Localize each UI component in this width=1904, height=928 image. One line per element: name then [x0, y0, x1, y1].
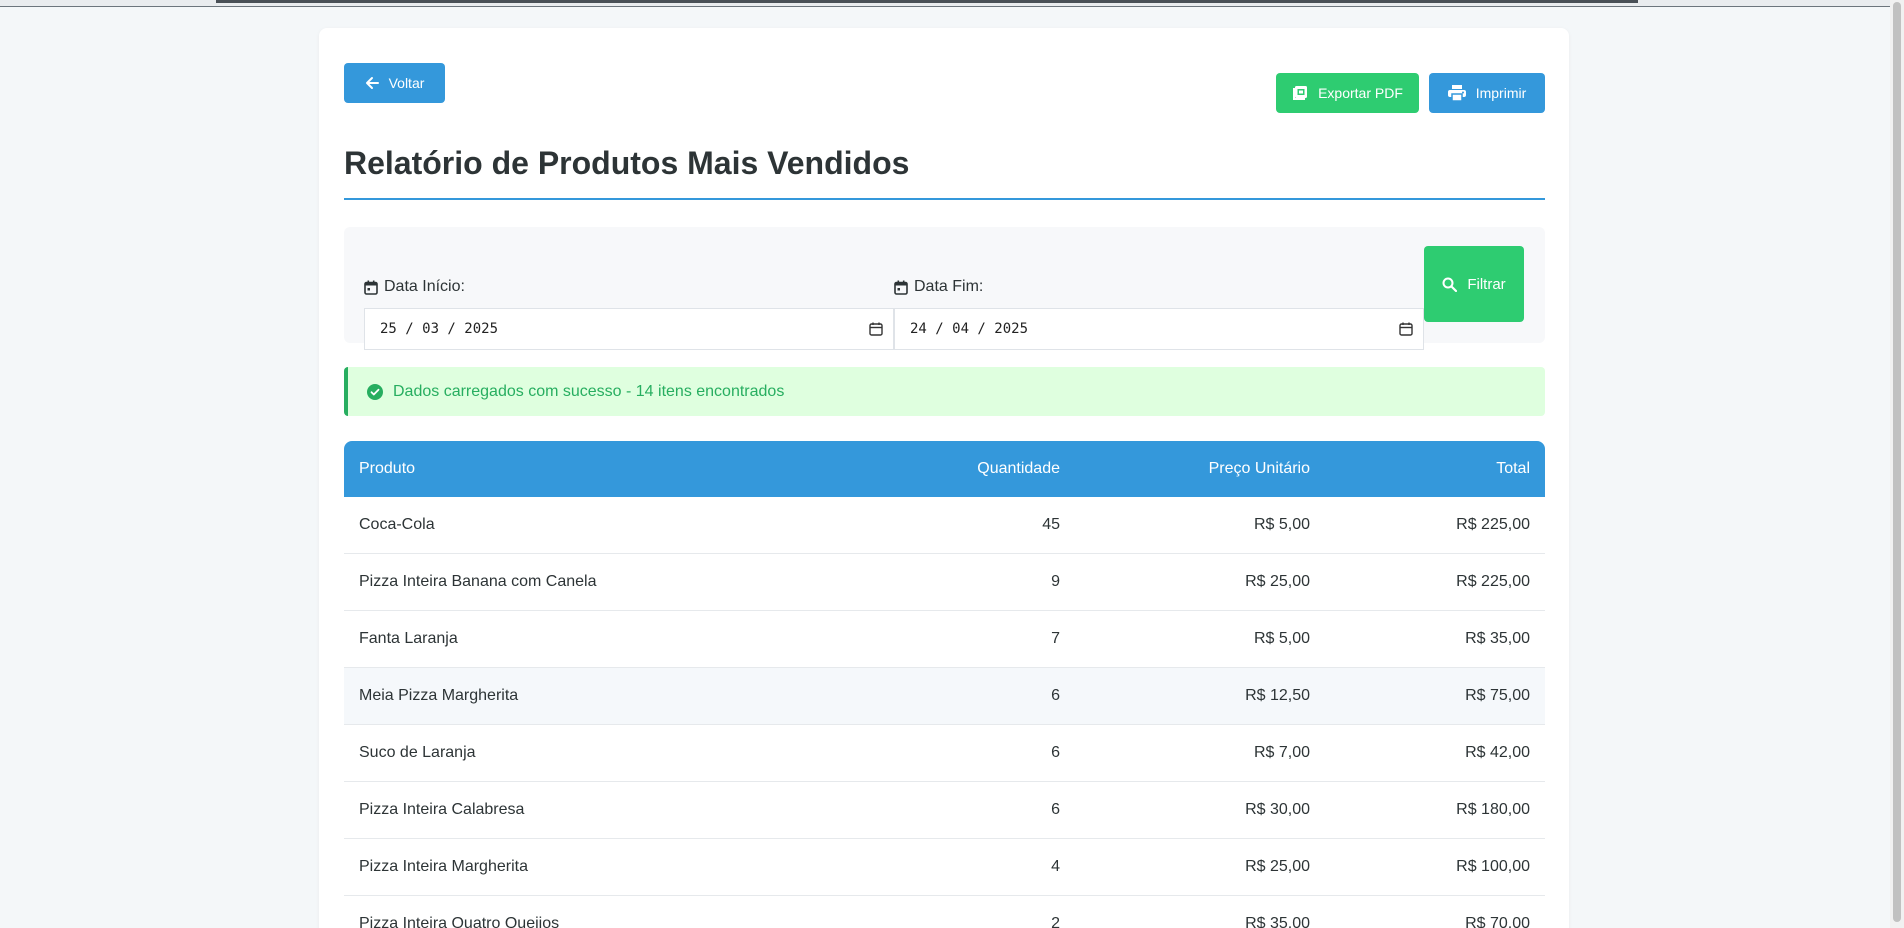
calendar-icon: [364, 280, 378, 295]
browser-top-bar: [0, 0, 1904, 7]
start-date-input[interactable]: 25 / 03 / 2025: [364, 308, 894, 350]
export-pdf-button[interactable]: Exportar PDF: [1276, 73, 1419, 113]
cell-produto: Pizza Inteira Quatro Queijos: [359, 915, 560, 928]
end-date-label-text: Data Fim:: [914, 278, 984, 295]
cell-quantidade: 9: [1051, 573, 1060, 590]
cell-produto: Pizza Inteira Margherita: [359, 858, 528, 875]
table-row: Pizza Inteira Banana com Canela 9 R$ 25,…: [344, 554, 1545, 611]
cell-preco-unitario: R$ 35,00: [1245, 915, 1310, 928]
cell-total: R$ 180,00: [1456, 801, 1530, 818]
end-date-label: Data Fim:: [894, 278, 983, 296]
printer-icon: [1447, 85, 1466, 101]
cell-preco-unitario: R$ 30,00: [1245, 801, 1310, 818]
column-header-quantidade[interactable]: Quantidade: [844, 460, 1060, 478]
cell-quantidade: 2: [1051, 915, 1060, 928]
cell-preco-unitario: R$ 25,00: [1245, 858, 1310, 875]
table-row: Pizza Inteira Calabresa 6 R$ 30,00 R$ 18…: [344, 782, 1545, 839]
cell-quantidade: 6: [1051, 687, 1060, 704]
calendar-picker-icon[interactable]: [869, 322, 883, 336]
search-icon: [1442, 277, 1458, 292]
products-table: Produto Quantidade Preço Unitário Total …: [344, 441, 1545, 928]
report-card: Voltar Exportar PDF Imprimir Relatório d…: [319, 28, 1569, 928]
table-row: Pizza Inteira Quatro Queijos 2 R$ 35,00 …: [344, 896, 1545, 928]
end-date-value: 24 / 04 / 2025: [910, 321, 1029, 337]
cell-total: R$ 225,00: [1456, 516, 1530, 533]
table-row: Suco de Laranja 6 R$ 7,00 R$ 42,00: [344, 725, 1545, 782]
cell-total: R$ 42,00: [1465, 744, 1530, 761]
column-header-produto[interactable]: Produto: [344, 460, 844, 478]
table-row: Coca-Cola 45 R$ 5,00 R$ 225,00: [344, 497, 1545, 554]
calendar-icon: [894, 280, 908, 295]
back-button-label: Voltar: [388, 75, 425, 91]
success-alert: Dados carregados com sucesso - 14 itens …: [344, 367, 1545, 416]
print-label: Imprimir: [1475, 85, 1527, 101]
cell-preco-unitario: R$ 5,00: [1253, 630, 1310, 647]
column-header-total[interactable]: Total: [1310, 460, 1530, 478]
cell-produto: Coca-Cola: [359, 516, 435, 533]
page-scrollbar[interactable]: [1890, 0, 1904, 928]
cell-total: R$ 100,00: [1456, 858, 1530, 875]
start-date-label: Data Início:: [364, 278, 465, 296]
scrollbar-thumb[interactable]: [1893, 2, 1901, 922]
cell-total: R$ 225,00: [1456, 573, 1530, 590]
cell-preco-unitario: R$ 7,00: [1253, 744, 1310, 761]
export-pdf-label: Exportar PDF: [1318, 85, 1403, 101]
filter-button-label: Filtrar: [1467, 275, 1506, 293]
cell-quantidade: 45: [1042, 516, 1060, 533]
filter-button[interactable]: Filtrar: [1424, 246, 1524, 322]
table-row-hovered: Meia Pizza Margherita 6 R$ 12,50 R$ 75,0…: [344, 668, 1545, 725]
cell-quantidade: 6: [1051, 801, 1060, 818]
start-date-label-text: Data Início:: [384, 278, 465, 295]
check-circle-icon: [367, 383, 383, 400]
cell-produto: Pizza Inteira Banana com Canela: [359, 573, 597, 590]
cell-total: R$ 35,00: [1465, 630, 1530, 647]
calendar-picker-icon[interactable]: [1399, 322, 1413, 336]
cell-quantidade: 6: [1051, 744, 1060, 761]
cell-quantidade: 4: [1051, 858, 1060, 875]
pdf-icon: [1292, 85, 1308, 101]
cell-total: R$ 70,00: [1465, 915, 1530, 928]
date-filter-panel: Data Início: 25 / 03 / 2025 Data Fim: 24…: [344, 227, 1545, 350]
print-button[interactable]: Imprimir: [1429, 73, 1545, 113]
table-row: Fanta Laranja 7 R$ 5,00 R$ 35,00: [344, 611, 1545, 668]
cell-produto: Pizza Inteira Calabresa: [359, 801, 525, 818]
cell-produto: Suco de Laranja: [359, 744, 476, 761]
table-row: Pizza Inteira Margherita 4 R$ 25,00 R$ 1…: [344, 839, 1545, 896]
back-button[interactable]: Voltar: [344, 63, 445, 103]
cell-preco-unitario: R$ 5,00: [1253, 516, 1310, 533]
cell-preco-unitario: R$ 25,00: [1245, 573, 1310, 590]
cell-produto: Fanta Laranja: [359, 630, 458, 647]
table-header: Produto Quantidade Preço Unitário Total: [344, 441, 1545, 497]
column-header-preco-unitario[interactable]: Preço Unitário: [1060, 460, 1310, 478]
end-date-input[interactable]: 24 / 04 / 2025: [894, 308, 1424, 350]
cell-produto: Meia Pizza Margherita: [359, 687, 519, 704]
title-underline: [344, 198, 1545, 200]
cell-total: R$ 75,00: [1465, 687, 1530, 704]
cell-quantidade: 7: [1051, 630, 1060, 647]
page-title: Relatório de Produtos Mais Vendidos: [344, 145, 910, 181]
cell-preco-unitario: R$ 12,50: [1245, 687, 1310, 704]
browser-top-bar-inner: [216, 0, 1638, 3]
start-date-value: 25 / 03 / 2025: [380, 321, 499, 337]
arrow-left-icon: [365, 76, 379, 90]
alert-message: Dados carregados com sucesso - 14 itens …: [393, 382, 785, 400]
